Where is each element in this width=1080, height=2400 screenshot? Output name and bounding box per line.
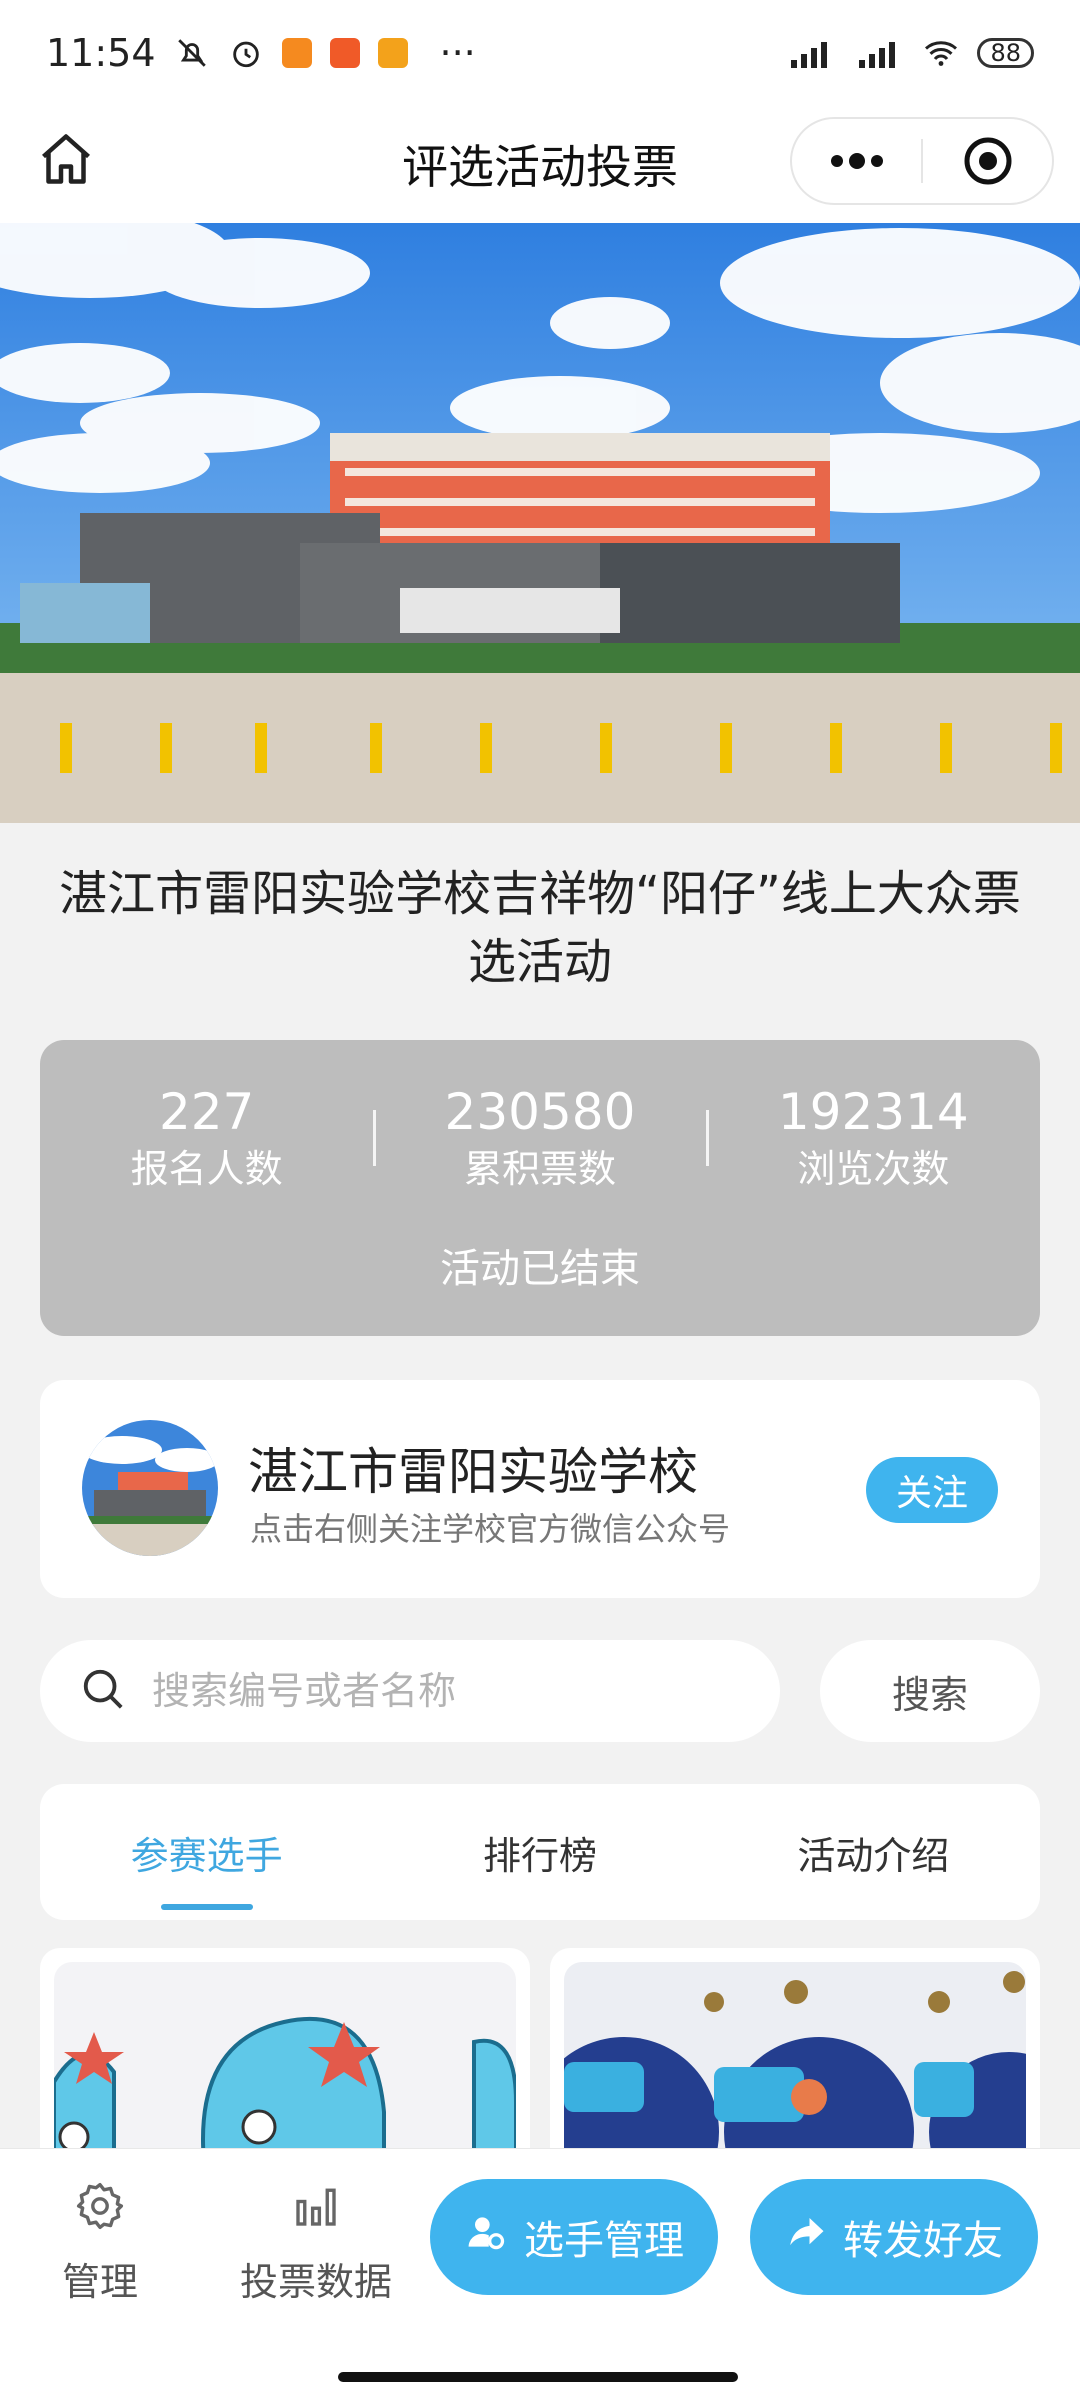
- notification-app-icon: [377, 37, 408, 68]
- account-name: 湛江市雷阳实验学校: [248, 1443, 698, 1501]
- stat-signups: 227 报名人数: [40, 1082, 373, 1196]
- manage-button[interactable]: 管理: [62, 2179, 138, 2306]
- avatar: [82, 1420, 218, 1556]
- active-tab-indicator: [160, 1904, 253, 1910]
- share-to-friends-button[interactable]: 转发好友: [750, 2179, 1038, 2295]
- tab-ranking[interactable]: 排行榜: [373, 1784, 706, 1920]
- banner-image: [0, 223, 1080, 823]
- search-button[interactable]: 搜索: [820, 1640, 1040, 1742]
- tab-label: 排行榜: [482, 1833, 597, 1878]
- official-account-card: 湛江市雷阳实验学校 点击右侧关注学校官方微信公众号 关注: [40, 1380, 1040, 1598]
- contestant-image: [54, 1962, 516, 2148]
- more-menu-button[interactable]: [792, 119, 921, 203]
- manage-label: 管理: [62, 2260, 139, 2304]
- status-bar: 11:54 ··· 88: [0, 0, 1080, 105]
- alarm-icon: [228, 35, 264, 71]
- stat-label: 浏览次数: [797, 1147, 950, 1191]
- battery-indicator: 88: [977, 37, 1034, 68]
- search-bar: [40, 1640, 780, 1742]
- share-label: 转发好友: [843, 2219, 1003, 2263]
- bar-chart-icon: [289, 2179, 343, 2237]
- tab-label: 参赛选手: [130, 1833, 283, 1878]
- status-more: ···: [439, 30, 476, 75]
- activity-title: 湛江市雷阳实验学校吉祥物“阳仔”线上大众票选活动: [59, 866, 1021, 990]
- wifi-icon: [923, 35, 959, 71]
- notification-app-icon: [281, 37, 312, 68]
- stat-value: 230580: [444, 1083, 636, 1141]
- stat-value: 227: [158, 1083, 255, 1141]
- page-title: 评选活动投票: [402, 140, 678, 194]
- contestant-manage-button[interactable]: 选手管理: [430, 2179, 718, 2295]
- share-arrow-icon: [785, 2211, 827, 2263]
- signal-icon: [855, 35, 905, 71]
- activity-status: 活动已结束: [440, 1246, 640, 1292]
- notification-app-icon: [329, 37, 360, 68]
- contestant-card[interactable]: [550, 1948, 1040, 2148]
- vote-data-button[interactable]: 投票数据: [240, 2179, 392, 2306]
- tab-introduction[interactable]: 活动介绍: [707, 1784, 1040, 1920]
- home-indicator[interactable]: [338, 2372, 738, 2382]
- gear-icon: [73, 2179, 127, 2237]
- mini-program-capsule: [790, 117, 1054, 205]
- contestant-card[interactable]: [40, 1948, 530, 2148]
- stat-divider: [706, 1110, 709, 1166]
- stats-card: 227 报名人数 230580 累积票数 192314 浏览次数 活动已结束: [40, 1040, 1040, 1336]
- search-input[interactable]: [152, 1669, 712, 1713]
- more-dots-icon: [830, 153, 883, 169]
- stat-label: 报名人数: [130, 1147, 283, 1191]
- home-icon[interactable]: [36, 129, 96, 189]
- tab-bar: 参赛选手 排行榜 活动介绍: [40, 1784, 1040, 1920]
- stat-divider: [373, 1110, 376, 1166]
- mute-bell-icon: [174, 35, 210, 71]
- contestant-manage-label: 选手管理: [524, 2219, 684, 2263]
- close-miniprogram-button[interactable]: [923, 119, 1052, 203]
- account-description: 点击右侧关注学校官方微信公众号: [250, 1510, 731, 1548]
- vote-data-label: 投票数据: [240, 2260, 393, 2304]
- stat-votes: 230580 累积票数: [373, 1082, 706, 1196]
- contestant-image: [564, 1962, 1026, 2148]
- stat-value: 192314: [777, 1083, 969, 1141]
- user-manage-icon: [464, 2210, 508, 2264]
- nav-bar: 评选活动投票: [0, 105, 1080, 223]
- status-time: 11:54: [46, 30, 156, 75]
- tab-label: 活动介绍: [797, 1833, 950, 1878]
- tab-contestants[interactable]: 参赛选手: [40, 1784, 373, 1920]
- follow-button[interactable]: 关注: [866, 1457, 998, 1523]
- search-icon: [80, 1666, 126, 1716]
- signal-icon: [787, 35, 837, 71]
- bottom-action-bar: 管理 投票数据 选手管理 转发好友: [0, 2148, 1080, 2400]
- stat-views: 192314 浏览次数: [707, 1082, 1040, 1196]
- target-close-icon: [964, 137, 1011, 185]
- stat-label: 累积票数: [463, 1147, 616, 1191]
